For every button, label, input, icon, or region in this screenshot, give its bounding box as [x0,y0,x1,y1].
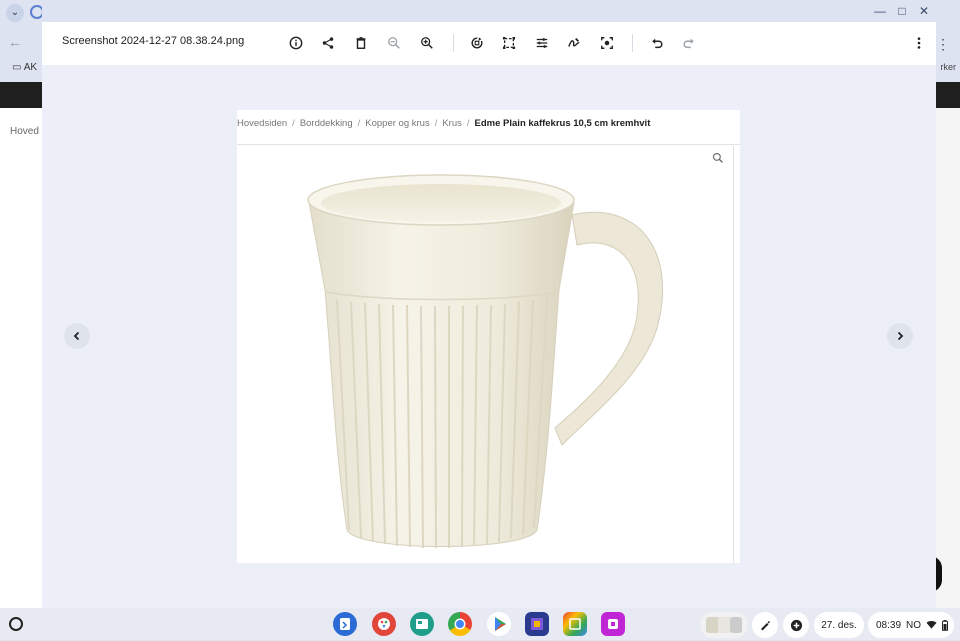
battery-icon [942,619,949,631]
keyboard-locale: NO [906,619,922,631]
close-icon[interactable]: ✕ [916,4,932,18]
canvas-app-icon[interactable] [372,612,396,636]
displayed-image: Hovedsiden / Borddekking / Kopper og krus / Kr… [237,110,740,563]
page-right-edge [936,108,960,608]
screenshot-app-icon[interactable] [601,612,625,636]
toolbar-divider [453,34,454,52]
window-titlebar: — □ ✕ [42,0,936,22]
crop-icon[interactable] [497,31,521,55]
previous-image-button[interactable] [64,323,90,349]
minimize-icon[interactable]: — [872,4,888,18]
system-shelf: 27. des. 08:39 NO [0,608,960,640]
bookmark-item[interactable]: ▭ AK [12,62,37,73]
toolbar-divider [632,34,633,52]
chrome-app-icon[interactable] [448,612,472,636]
holding-space-thumbnails[interactable] [700,612,748,638]
rotate-icon[interactable] [465,31,489,55]
stylus-tools-icon[interactable] [752,612,778,638]
zoom-out-icon[interactable] [382,31,406,55]
delete-icon[interactable] [349,31,373,55]
gallery-app-icon[interactable] [563,612,587,636]
page-breadcrumb: Hoved [10,126,39,137]
chevron-left-icon [73,331,80,341]
redo-icon[interactable] [677,31,701,55]
annotate-icon[interactable] [562,31,586,55]
bookmarks-overflow[interactable]: rker [941,62,957,72]
zoom-in-icon[interactable] [415,31,439,55]
browser-menu-icon[interactable]: ⋮ [936,36,950,53]
gallery-window: — □ ✕ Screenshot 2024-12-27 08.38.24.png [42,0,936,608]
wifi-icon [926,620,937,629]
next-image-button[interactable] [887,323,913,349]
clock: 08:39 [876,619,902,631]
maximize-icon[interactable]: □ [894,4,910,18]
share-icon[interactable] [316,31,340,55]
viewer-toolbar: Screenshot 2024-12-27 08.38.24.png [42,22,936,65]
tab-search-button[interactable]: ⌄ [6,4,24,22]
adjust-icon[interactable] [530,31,554,55]
more-options-icon[interactable] [907,31,931,55]
back-arrow-icon[interactable]: ← [8,34,22,50]
launcher-icon[interactable] [9,617,23,631]
classroom-app-icon[interactable] [410,612,434,636]
lens-icon[interactable] [595,31,619,55]
date-display[interactable]: 27. des. [814,612,864,638]
add-circle-icon[interactable] [783,612,809,638]
info-icon[interactable] [284,31,308,55]
file-name: Screenshot 2024-12-27 08.38.24.png [62,35,245,47]
status-area[interactable]: 08:39 NO [868,612,954,638]
undo-icon[interactable] [645,31,669,55]
chevron-right-icon [897,331,904,341]
mug-illustration [307,174,664,549]
play-store-icon[interactable] [487,612,511,636]
photo-app-icon[interactable] [525,612,549,636]
files-app-icon[interactable] [333,612,357,636]
